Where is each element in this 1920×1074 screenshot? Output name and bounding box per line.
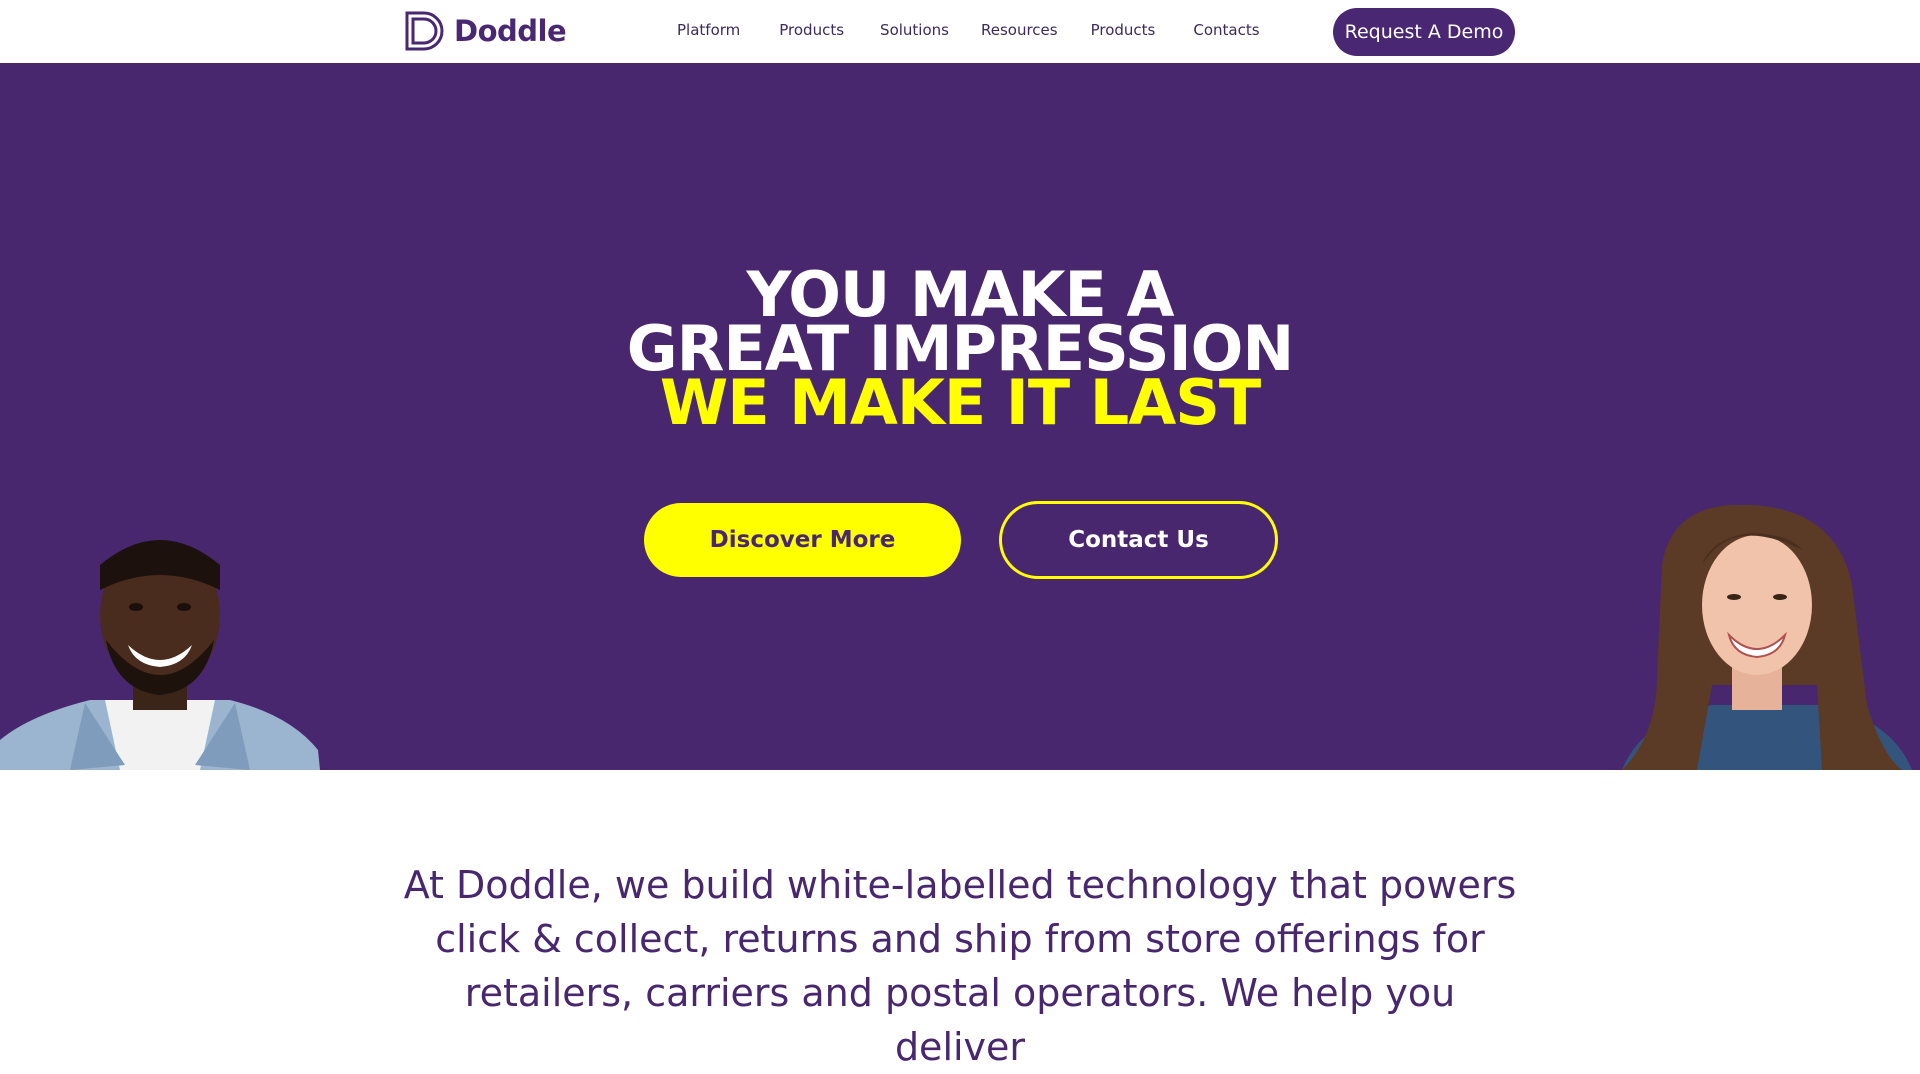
logo-text: Doddle: [454, 14, 567, 48]
request-demo-button[interactable]: Request A Demo: [1333, 8, 1515, 56]
nav-resources[interactable]: Resources: [981, 21, 1058, 39]
nav-contacts[interactable]: Contacts: [1193, 21, 1259, 39]
nav-links: Platform Products Solutions Resources Pr…: [660, 0, 1260, 60]
nav-products[interactable]: Products: [779, 21, 844, 39]
intro-paragraph: At Doddle, we build white-labelled techn…: [403, 863, 1517, 1069]
hero-title-line-3: WE MAKE IT LAST: [659, 366, 1261, 439]
nav-platform[interactable]: Platform: [677, 21, 740, 39]
nav-products-2[interactable]: Products: [1091, 21, 1156, 39]
smiling-man-photo: [0, 540, 320, 770]
contact-us-button[interactable]: Contact Us: [999, 501, 1278, 579]
top-navigation: Doddle Platform Products Solutions Resou…: [0, 0, 1920, 63]
smiling-woman-photo: [1622, 505, 1912, 770]
doddle-d-icon: [405, 11, 444, 51]
doddle-logo[interactable]: Doddle: [404, 11, 567, 51]
hero-section: YOU MAKE A GREAT IMPRESSION WE MAKE IT L…: [0, 63, 1920, 770]
nav-solutions[interactable]: Solutions: [880, 21, 949, 39]
discover-more-button[interactable]: Discover More: [644, 503, 961, 577]
hero-title: YOU MAKE A GREAT IMPRESSION WE MAKE IT L…: [0, 264, 1920, 439]
